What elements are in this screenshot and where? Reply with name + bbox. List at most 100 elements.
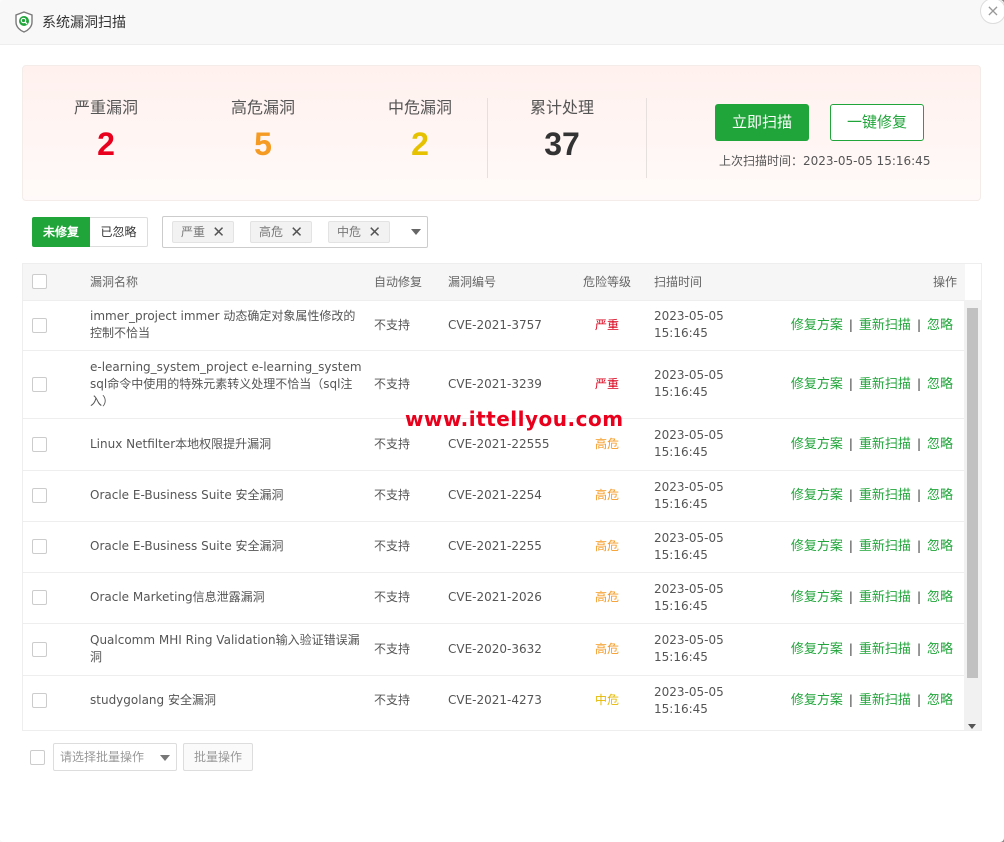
ignore-link[interactable]: 忽略	[927, 377, 953, 392]
table-header-row: 漏洞名称 自动修复 漏洞编号 危险等级 扫描时间 操作	[23, 264, 965, 300]
fix-plan-link[interactable]: 修复方案	[791, 539, 843, 554]
separator: |	[916, 376, 921, 391]
fix-plan-link[interactable]: 修复方案	[791, 377, 843, 392]
vuln-name: Oracle E-Business Suite 安全漏洞	[90, 539, 284, 553]
separator: |	[848, 436, 853, 451]
auto-fix-status: 不支持	[374, 590, 411, 604]
table-scrollbar[interactable]	[964, 300, 981, 730]
risk-level-badge: 高危	[594, 539, 619, 553]
fix-plan-link[interactable]: 修复方案	[791, 318, 843, 333]
scan-clock: 15:16:45	[654, 326, 708, 340]
cve-id: CVE-2021-4273	[448, 693, 542, 708]
scan-date: 2023-05-05	[654, 368, 724, 382]
ignore-link[interactable]: 忽略	[927, 590, 953, 605]
vuln-name: studygolang 安全漏洞	[90, 693, 216, 708]
one-click-fix-button[interactable]: 一键修复	[830, 104, 924, 141]
fix-plan-link[interactable]: 修复方案	[791, 642, 843, 657]
vuln-name: e-learning_system_project e-learning_sys…	[90, 359, 362, 408]
table-row: Oracle E-Business Suite 安全漏洞 不支持 CVE-2021-…	[23, 520, 965, 572]
remove-chip-icon[interactable]: ✕	[290, 222, 303, 242]
separator: |	[916, 590, 921, 604]
scan-now-button[interactable]: 立即扫描	[715, 104, 809, 141]
risk-level-badge: 中危	[594, 693, 619, 708]
shield-search-icon	[15, 11, 33, 33]
row-checkbox[interactable]	[32, 539, 47, 554]
rescan-link[interactable]: 重新扫描	[859, 642, 911, 657]
rescan-link[interactable]: 重新扫描	[859, 693, 911, 708]
column-header-name: 漏洞名称	[90, 275, 139, 290]
rescan-link[interactable]: 重新扫描	[859, 539, 911, 554]
footer-select-all-checkbox[interactable]	[30, 749, 45, 765]
rescan-link[interactable]: 重新扫描	[859, 590, 911, 605]
rescan-link[interactable]: 重新扫描	[859, 377, 911, 392]
separator: |	[848, 590, 853, 604]
cve-id: CVE-2021-2026	[448, 590, 542, 604]
table-row: immer_project immer 动态确定对象属性修改的控制不恰当 不支持 C…	[23, 299, 965, 350]
fix-plan-link[interactable]: 修复方案	[791, 437, 843, 452]
filter-chip: 中危 ✕	[328, 221, 390, 243]
rescan-link[interactable]: 重新扫描	[859, 488, 911, 503]
stat-value: 37	[544, 126, 580, 162]
tab-ignored[interactable]: 已忽略	[90, 217, 148, 247]
chevron-down-icon[interactable]	[411, 229, 421, 235]
row-checkbox[interactable]	[32, 436, 47, 452]
divider	[487, 98, 488, 178]
stat-label: 严重漏洞	[73, 98, 138, 117]
ignore-link[interactable]: 忽略	[927, 488, 953, 503]
row-checkbox[interactable]	[32, 590, 47, 605]
fix-plan-link[interactable]: 修复方案	[791, 590, 843, 605]
row-checkbox[interactable]	[32, 317, 47, 333]
ignore-link[interactable]: 忽略	[927, 693, 953, 708]
vulnerability-scan-dialog: 系统漏洞扫描 × 严重漏洞 2 高危漏洞 5 中危漏洞 2 累计处理 37 立即…	[0, 0, 1004, 842]
separator: |	[848, 317, 853, 332]
ignore-link[interactable]: 忽略	[927, 437, 953, 452]
remove-chip-icon[interactable]: ✕	[368, 222, 381, 242]
separator: |	[848, 488, 853, 502]
close-icon[interactable]: ×	[980, 0, 1004, 24]
rescan-link[interactable]: 重新扫描	[859, 437, 911, 452]
batch-action-button[interactable]: 批量操作	[183, 743, 253, 771]
tab-unfixed[interactable]: 未修复	[32, 217, 90, 247]
separator: |	[848, 539, 853, 553]
remove-chip-icon[interactable]: ✕	[212, 222, 225, 242]
separator: |	[916, 641, 921, 656]
chip-label: 中危	[337, 225, 362, 239]
ignore-link[interactable]: 忽略	[927, 642, 953, 657]
vuln-name: immer_project immer 动态确定对象属性修改的控制不恰当	[90, 309, 356, 340]
column-header-auto-fix: 自动修复	[374, 275, 423, 290]
row-checkbox[interactable]	[32, 376, 47, 392]
row-checkbox[interactable]	[32, 641, 47, 657]
stat-value: 2	[411, 126, 429, 162]
filter-chip: 严重 ✕	[172, 221, 234, 243]
dialog-titlebar: 系统漏洞扫描	[0, 0, 1004, 45]
dialog-title: 系统漏洞扫描	[42, 15, 126, 31]
rescan-link[interactable]: 重新扫描	[859, 318, 911, 333]
scrollbar-thumb[interactable]	[967, 308, 978, 678]
vulnerability-table: 漏洞名称 自动修复 漏洞编号 危险等级 扫描时间 操作 immer_projec…	[22, 263, 982, 731]
vuln-name: Oracle Marketing信息泄露漏洞	[90, 590, 265, 604]
auto-fix-status: 不支持	[374, 317, 411, 332]
row-checkbox[interactable]	[32, 693, 47, 709]
ignore-link[interactable]: 忽略	[927, 539, 953, 554]
auto-fix-status: 不支持	[374, 376, 411, 391]
summary-panel: 严重漏洞 2 高危漏洞 5 中危漏洞 2 累计处理 37 立即扫描 一键修复 上…	[22, 65, 981, 201]
fix-plan-link[interactable]: 修复方案	[791, 693, 843, 708]
scroll-down-arrow-icon[interactable]	[968, 724, 976, 729]
chip-label: 严重	[181, 225, 206, 239]
table-row: studygolang 安全漏洞 不支持 CVE-2021-4273 中危 2023-0…	[23, 674, 965, 726]
status-tabs: 未修复 已忽略	[32, 217, 148, 247]
ignore-link[interactable]: 忽略	[927, 318, 953, 333]
level-filter-select[interactable]: 严重 ✕ 高危 ✕ 中危 ✕	[162, 216, 428, 248]
risk-level-badge: 高危	[594, 488, 619, 502]
fix-plan-link[interactable]: 修复方案	[791, 488, 843, 503]
scan-date: 2023-05-05	[654, 633, 724, 647]
row-checkbox[interactable]	[32, 488, 47, 503]
batch-action-select[interactable]: 请选择批量操作	[53, 743, 177, 771]
stat-total-handled: 累计处理 37	[507, 94, 617, 163]
stat-label: 累计处理	[529, 98, 594, 117]
cve-id: CVE-2020-3632	[448, 641, 542, 656]
auto-fix-status: 不支持	[374, 641, 411, 656]
stat-medium: 中危漏洞 2	[365, 94, 475, 163]
select-all-checkbox[interactable]	[32, 274, 47, 290]
scan-date: 2023-05-05	[654, 581, 724, 596]
